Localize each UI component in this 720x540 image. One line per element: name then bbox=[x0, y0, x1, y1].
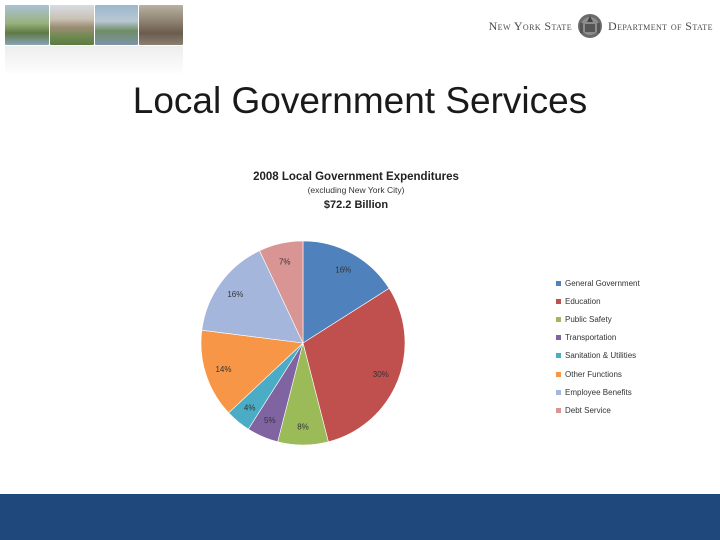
legend-item: Education bbox=[556, 292, 706, 310]
legend-swatch bbox=[556, 298, 561, 304]
pie-chart: 16% 30% 8% 5% 4% 14% 16% 7% bbox=[200, 240, 406, 446]
legend-item: Sanitation & Utilities bbox=[556, 347, 706, 365]
header-photo-reflection bbox=[5, 46, 183, 76]
legend-swatch bbox=[556, 353, 561, 359]
header-photo-lake bbox=[5, 5, 49, 45]
pie-label-debt-service: 7% bbox=[279, 257, 291, 266]
slide-title: Local Government Services bbox=[132, 80, 588, 121]
legend-label: Debt Service bbox=[565, 405, 611, 415]
legend-item: Other Functions bbox=[556, 365, 706, 383]
pie-label-general-government: 16% bbox=[335, 266, 351, 275]
pie-label-sanitation-utilities: 4% bbox=[244, 403, 256, 412]
legend-label: Transportation bbox=[565, 333, 617, 343]
legend-swatch bbox=[556, 407, 561, 413]
legend-item: Transportation bbox=[556, 329, 706, 347]
legend-label: General Government bbox=[565, 278, 640, 288]
legend-item: Public Safety bbox=[556, 310, 706, 328]
legend-label: Employee Benefits bbox=[565, 387, 632, 397]
pie-label-education: 30% bbox=[373, 370, 389, 379]
chart-legend: General Government Education Public Safety… bbox=[556, 274, 706, 420]
legend-item: Debt Service bbox=[556, 401, 706, 419]
chart-total: $72.2 Billion bbox=[323, 199, 389, 211]
legend-label: Sanitation & Utilities bbox=[565, 351, 637, 361]
brand-left-text: New York State bbox=[488, 18, 572, 33]
pie-label-public-safety: 8% bbox=[297, 423, 309, 432]
chart-title: 2008 Local Government Expenditures bbox=[253, 171, 459, 183]
pie-label-other-functions: 14% bbox=[215, 365, 231, 374]
legend-swatch bbox=[556, 335, 561, 341]
header-photo-people bbox=[139, 5, 183, 45]
state-seal-icon bbox=[578, 14, 602, 38]
legend-swatch bbox=[556, 280, 561, 286]
header-photo-strip bbox=[5, 5, 183, 45]
legend-item: General Government bbox=[556, 274, 706, 292]
legend-label: Public Safety bbox=[565, 314, 612, 324]
footer-band bbox=[0, 494, 720, 540]
legend-swatch bbox=[556, 316, 561, 322]
pie-label-employee-benefits: 16% bbox=[227, 290, 243, 299]
pie-label-transportation: 5% bbox=[264, 416, 276, 425]
legend-label: Education bbox=[565, 296, 601, 306]
legend-item: Employee Benefits bbox=[556, 383, 706, 401]
agency-brand: New York State Department of State bbox=[486, 8, 714, 44]
legend-swatch bbox=[556, 371, 561, 377]
header-photo-building bbox=[49, 5, 94, 45]
chart-subtitle: (excluding New York City) bbox=[307, 185, 405, 195]
legend-label: Other Functions bbox=[565, 369, 622, 379]
brand-right-text: Department of State bbox=[608, 18, 713, 33]
header-photo-canal bbox=[94, 5, 139, 45]
legend-swatch bbox=[556, 389, 561, 395]
